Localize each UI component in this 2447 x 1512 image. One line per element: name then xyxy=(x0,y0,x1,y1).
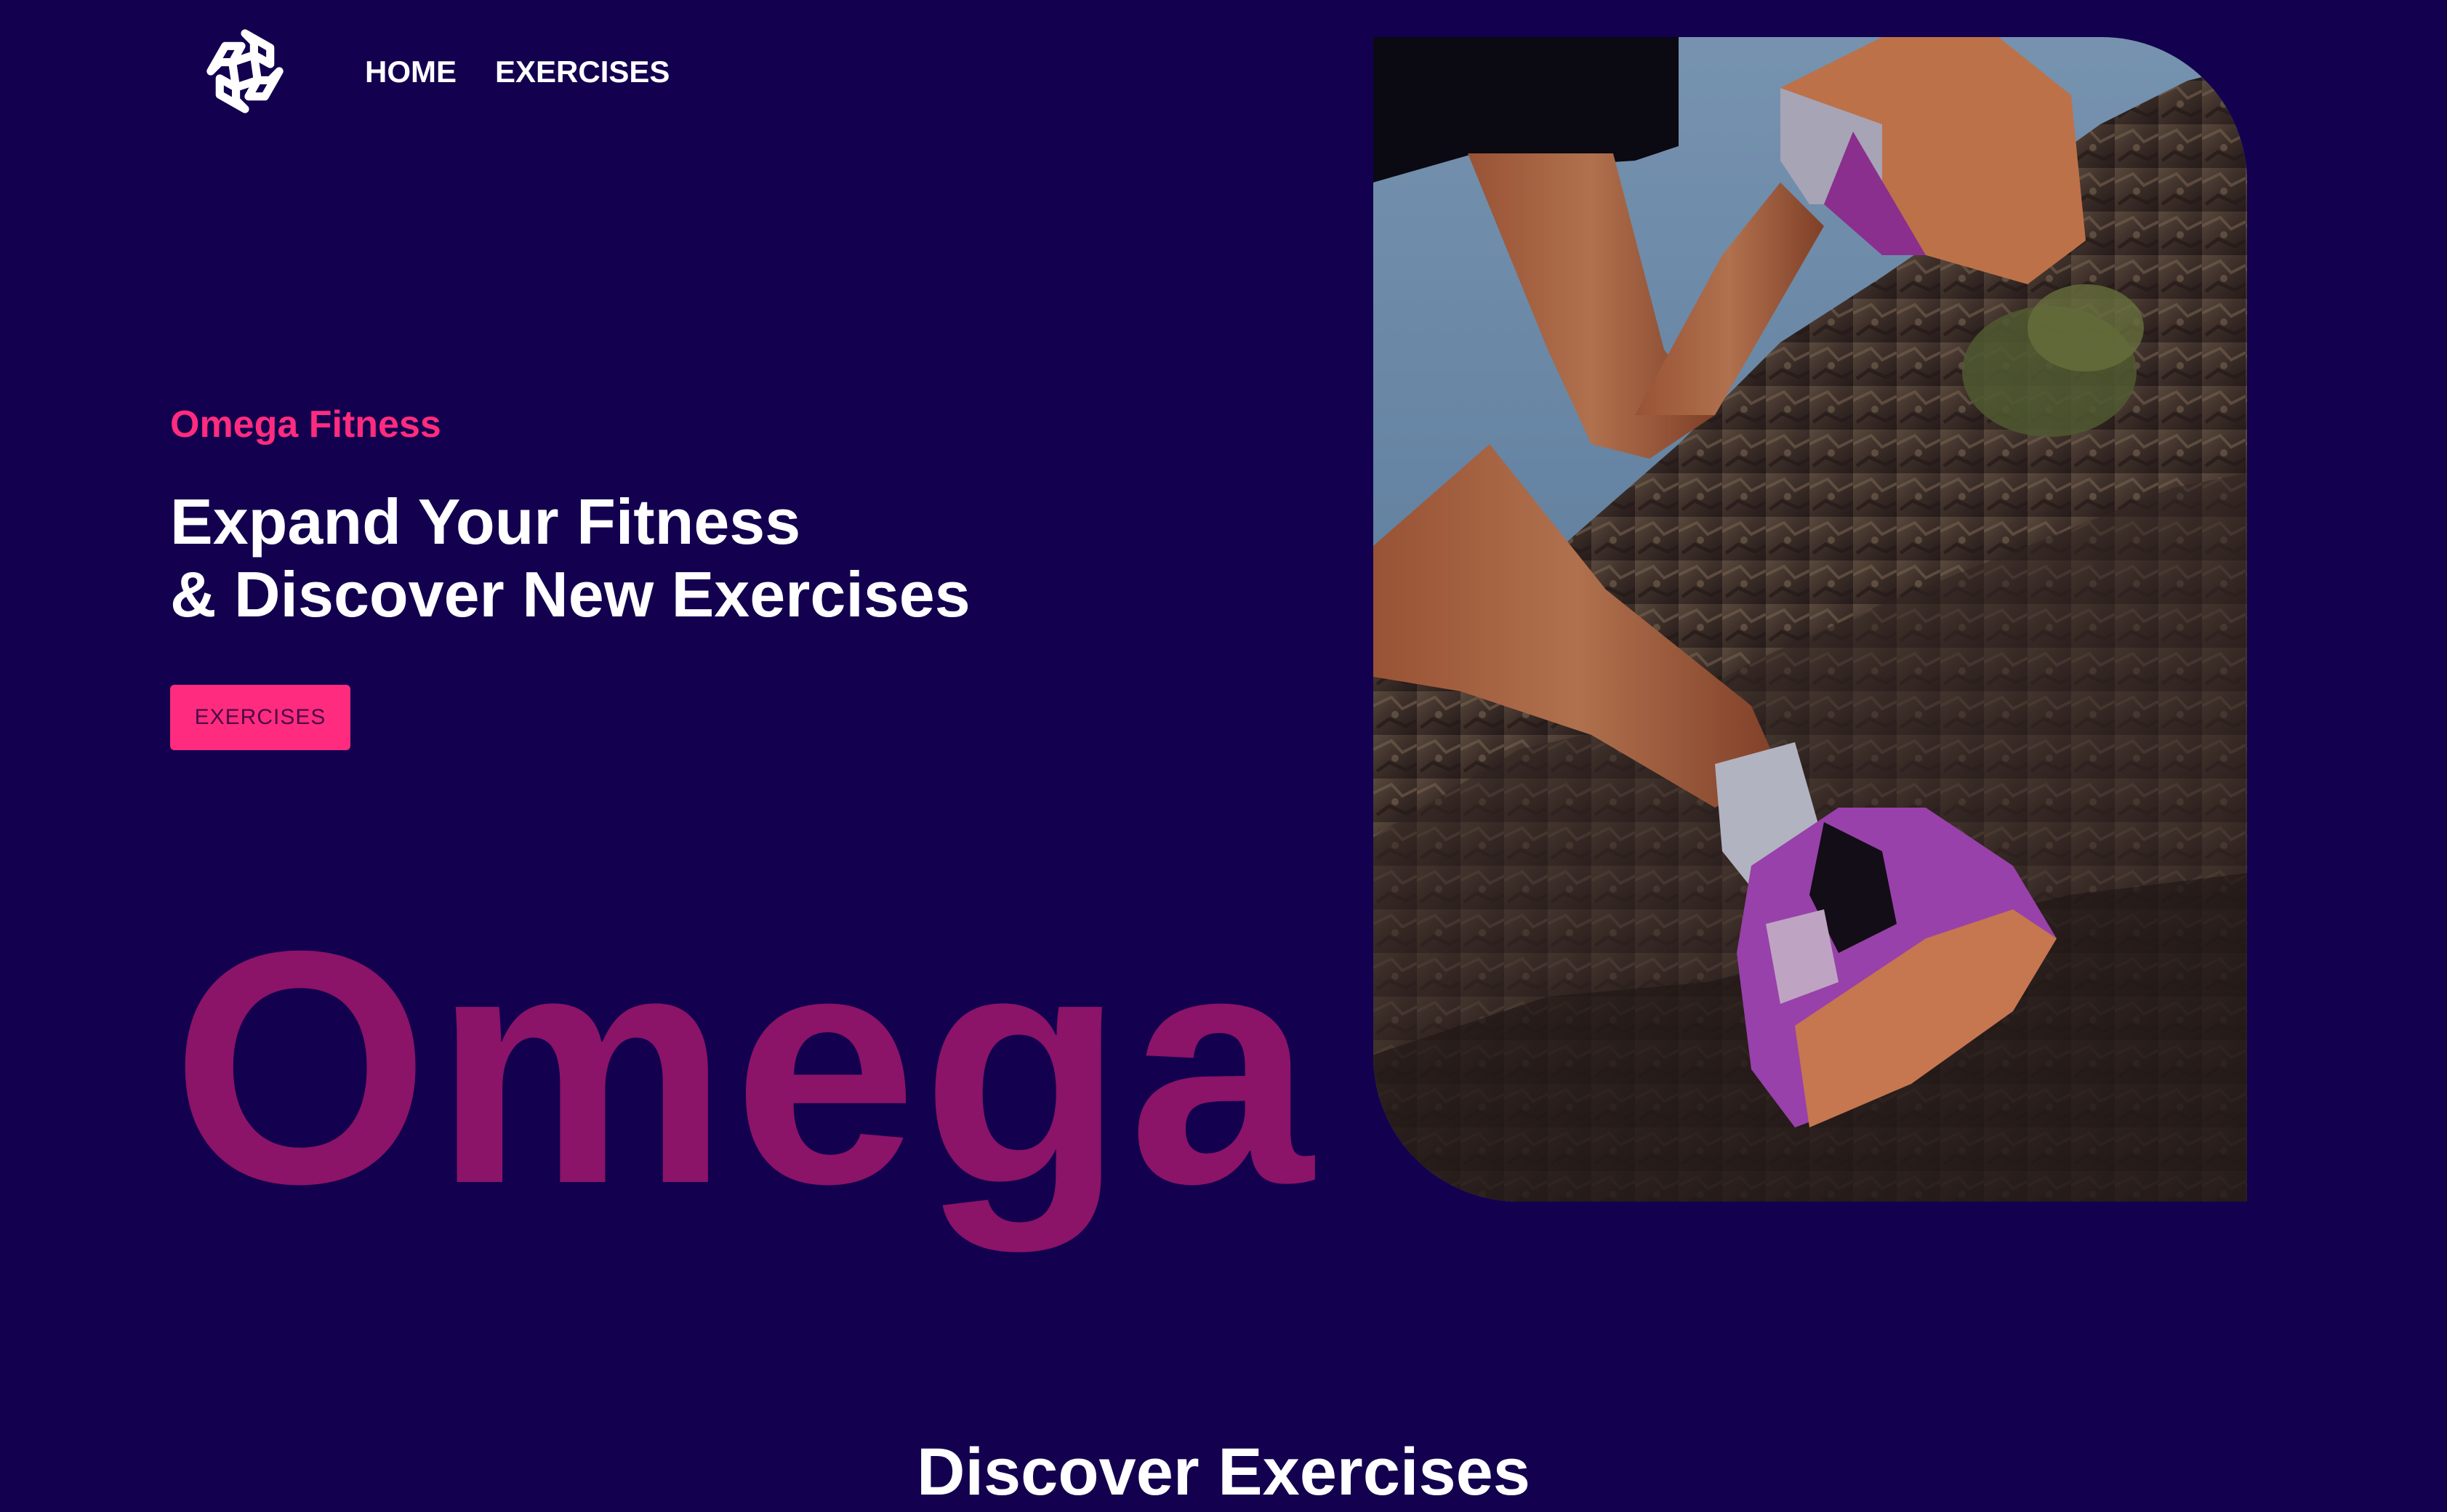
omega-knot-logo-icon[interactable] xyxy=(198,26,292,116)
hero-kicker: Omega Fitness xyxy=(170,403,441,446)
trail-runner-photo xyxy=(1373,37,2247,1202)
nav-link-exercises[interactable]: EXERCISES xyxy=(495,54,670,90)
top-navigation: HOME EXERCISES xyxy=(0,0,1309,145)
nav-link-home[interactable]: HOME xyxy=(365,54,457,90)
hero-title-line-1: Expand Your Fitness xyxy=(170,486,801,558)
hero-wordmark: Omega xyxy=(172,882,1317,1252)
hero-title-line-2: & Discover New Exercises xyxy=(170,558,971,630)
discover-exercises-heading: Discover Exercises xyxy=(917,1435,1530,1509)
hero-title: Expand Your Fitness & Discover New Exerc… xyxy=(170,486,971,631)
exercises-button[interactable]: EXERCISES xyxy=(170,685,350,750)
